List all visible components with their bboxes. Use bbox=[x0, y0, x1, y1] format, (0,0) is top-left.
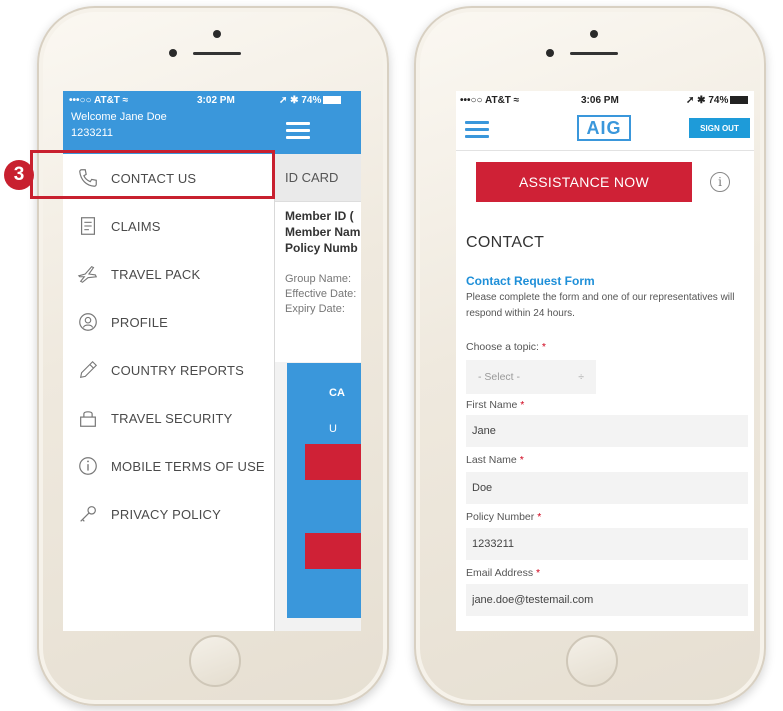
status-time: 3:06 PM bbox=[581, 95, 619, 106]
pencil-icon bbox=[75, 359, 101, 381]
policy-number-label: Policy Number * bbox=[466, 511, 541, 523]
menu-item-label: CLAIMS bbox=[111, 218, 161, 234]
effective-date-label: Effective Date: bbox=[285, 288, 357, 300]
menu-item-label: TRAVEL SECURITY bbox=[111, 410, 233, 426]
sign-out-button[interactable]: SIGN OUT bbox=[689, 118, 750, 138]
email-field[interactable] bbox=[466, 584, 748, 616]
hamburger-menu-icon[interactable] bbox=[286, 122, 310, 140]
card-panel-title: CA bbox=[329, 387, 345, 399]
assistance-now-button[interactable]: ASSISTANCE NOW bbox=[476, 162, 692, 202]
menu-item-country-reports[interactable]: COUNTRY REPORTS bbox=[63, 346, 275, 394]
last-name-label-text: Last Name bbox=[466, 454, 517, 466]
lock-icon bbox=[75, 407, 101, 429]
form-title: Contact Request Form bbox=[466, 274, 595, 288]
card-panel: CA U bbox=[287, 363, 361, 618]
topic-label: Choose a topic: * bbox=[466, 341, 546, 353]
expiry-date-label: Expiry Date: bbox=[285, 303, 345, 315]
sensor-dot bbox=[546, 49, 554, 57]
id-card-tab[interactable]: ID CARD bbox=[275, 154, 361, 202]
id-card-details: Member ID ( Member Nam Policy Numb Group… bbox=[275, 202, 361, 362]
location-arrow-icon: ➚ bbox=[279, 95, 288, 106]
camera-dot bbox=[590, 30, 598, 38]
hamburger-menu-icon[interactable] bbox=[465, 121, 489, 139]
policy-number-field[interactable] bbox=[466, 528, 748, 560]
last-name-field[interactable] bbox=[466, 472, 748, 504]
form-description: Please complete the form and one of our … bbox=[466, 292, 735, 319]
location-arrow-icon: ➚ bbox=[686, 95, 695, 106]
step-number-badge: 3 bbox=[4, 160, 34, 190]
required-mark: * bbox=[519, 454, 524, 466]
bluetooth-icon: ✱ bbox=[697, 95, 706, 106]
menu-item-travel-security[interactable]: TRAVEL SECURITY bbox=[63, 394, 275, 442]
menu-item-mobile-terms[interactable]: MOBILE TERMS OF USE bbox=[63, 442, 275, 490]
first-name-field[interactable] bbox=[466, 415, 748, 447]
menu-item-travel-pack[interactable]: TRAVEL PACK bbox=[63, 250, 275, 298]
battery-percent: 74% bbox=[708, 95, 729, 106]
sensor-dot bbox=[169, 49, 177, 57]
callout-highlight-box bbox=[30, 150, 275, 199]
topic-select[interactable]: - Select - ÷ bbox=[466, 360, 596, 394]
topic-select-value: - Select - bbox=[478, 371, 521, 383]
card-red-button-1[interactable] bbox=[305, 444, 361, 480]
menu-item-profile[interactable]: PROFILE bbox=[63, 298, 275, 346]
first-name-label-text: First Name bbox=[466, 399, 518, 411]
required-mark: * bbox=[541, 341, 546, 353]
last-name-label: Last Name * bbox=[466, 454, 524, 466]
airplane-icon bbox=[75, 263, 101, 285]
home-button[interactable] bbox=[566, 635, 618, 687]
speaker-grille bbox=[193, 52, 241, 55]
menu-item-label: COUNTRY REPORTS bbox=[111, 362, 245, 378]
policy-number-label-text: Policy Number bbox=[466, 511, 535, 523]
member-name-label: Member Nam bbox=[285, 225, 361, 239]
peek-header: ➚ ✱ 74% bbox=[275, 91, 361, 154]
first-name-label: First Name * bbox=[466, 399, 524, 411]
page-title: CONTACT bbox=[466, 234, 545, 251]
info-circle-icon bbox=[75, 455, 101, 477]
member-number: 1233211 bbox=[71, 127, 114, 139]
profile-icon bbox=[75, 311, 101, 333]
menu-item-label: TRAVEL PACK bbox=[111, 266, 201, 282]
menu-list: CONTACT US CLAIMS TRAVEL PACK PROFILE CO… bbox=[63, 154, 275, 538]
required-mark: * bbox=[536, 567, 541, 579]
info-icon[interactable]: i bbox=[710, 172, 730, 192]
menu-header: •••○○ AT&T ≈ 3:02 PM Welcome Jane Doe 12… bbox=[63, 91, 275, 154]
carrier-signal: •••○○ AT&T ≈ bbox=[69, 95, 129, 106]
battery-icon bbox=[323, 96, 342, 105]
contact-page: ASSISTANCE NOW i CONTACT Contact Request… bbox=[456, 152, 754, 631]
menu-item-label: PRIVACY POLICY bbox=[111, 506, 221, 522]
peek-status-bar: ➚ ✱ 74% bbox=[279, 95, 342, 106]
carrier-signal: •••○○ AT&T ≈ bbox=[460, 95, 520, 106]
card-panel-subtitle: U bbox=[329, 423, 337, 435]
required-mark: * bbox=[520, 399, 525, 411]
policy-number-label: Policy Numb bbox=[285, 241, 358, 255]
app-header: •••○○ AT&T ≈ 3:06 PM ➚ ✱ 74% AIG SIGN OU… bbox=[456, 91, 754, 151]
speaker-grille bbox=[570, 52, 618, 55]
card-red-button-2[interactable] bbox=[305, 533, 361, 569]
battery-percent: 74% bbox=[301, 95, 322, 106]
member-id-label: Member ID ( bbox=[285, 209, 354, 223]
menu-item-claims[interactable]: CLAIMS bbox=[63, 202, 275, 250]
battery-icon bbox=[730, 96, 749, 105]
home-button[interactable] bbox=[189, 635, 241, 687]
status-right: ➚ ✱ 74% bbox=[686, 95, 749, 106]
key-icon bbox=[75, 503, 101, 525]
menu-item-privacy-policy[interactable]: PRIVACY POLICY bbox=[63, 490, 275, 538]
email-label: Email Address * bbox=[466, 567, 540, 579]
bluetooth-icon: ✱ bbox=[290, 95, 299, 106]
camera-dot bbox=[213, 30, 221, 38]
required-mark: * bbox=[537, 511, 542, 523]
topic-label-text: Choose a topic: bbox=[466, 341, 539, 353]
group-name-label: Group Name: bbox=[285, 273, 352, 285]
email-label-text: Email Address bbox=[466, 567, 534, 579]
status-time: 3:02 PM bbox=[197, 95, 235, 106]
select-arrows-icon: ÷ bbox=[578, 371, 584, 383]
claims-icon bbox=[75, 215, 101, 237]
aig-logo: AIG bbox=[577, 115, 631, 141]
welcome-text: Welcome Jane Doe bbox=[71, 111, 167, 123]
menu-item-label: MOBILE TERMS OF USE bbox=[111, 458, 265, 474]
right-screen: •••○○ AT&T ≈ 3:06 PM ➚ ✱ 74% AIG SIGN OU… bbox=[456, 91, 754, 631]
menu-item-label: PROFILE bbox=[111, 314, 169, 330]
